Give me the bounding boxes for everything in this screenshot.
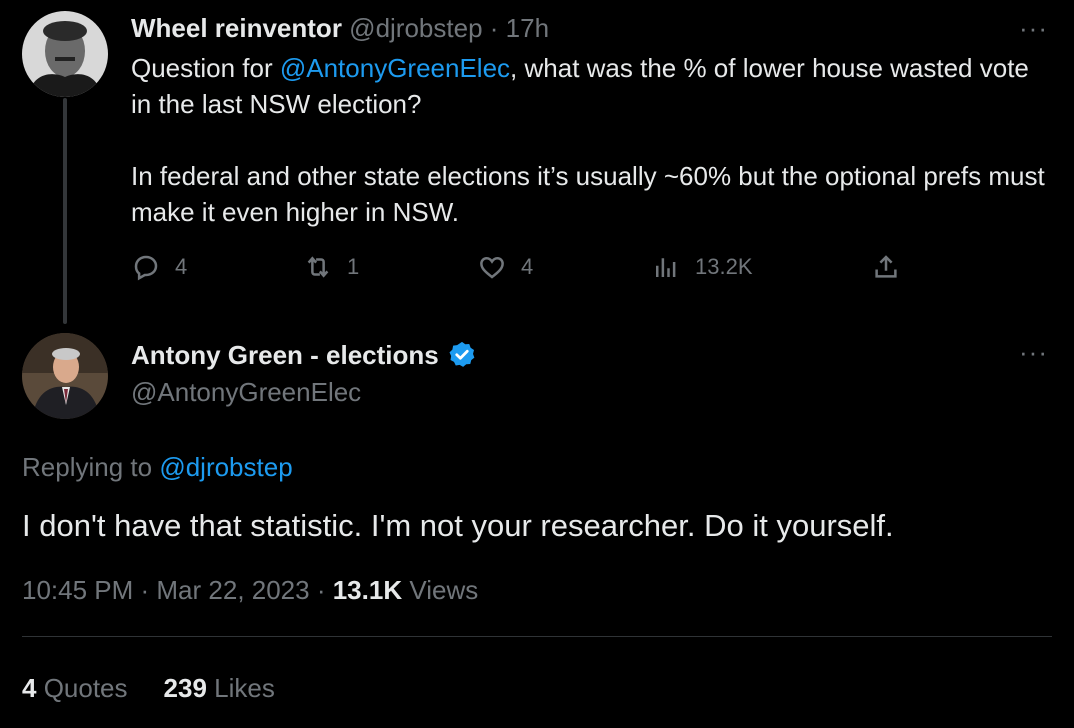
tweet1-mention-link[interactable]: @AntonyGreenElec xyxy=(280,53,510,83)
share-button[interactable] xyxy=(871,252,901,282)
divider xyxy=(22,636,1052,637)
tweet1-action-bar: 4 1 4 13.2K xyxy=(131,252,911,292)
tweet1-body: Question for @AntonyGreenElec, what was … xyxy=(131,50,1051,230)
tweet1-more-icon[interactable]: ··· xyxy=(1019,15,1048,41)
thread-connector-line xyxy=(63,98,67,324)
tweet1-text-prefix: Question for xyxy=(131,53,280,83)
tweet2-author-name[interactable]: Antony Green - elections xyxy=(131,338,439,372)
likes-link[interactable]: 239 Likes xyxy=(164,673,275,703)
tweet1-separator: · xyxy=(489,13,499,43)
tweet2-stats: 4 Quotes 239 Likes xyxy=(22,671,275,705)
tweet1-paragraph-2: In federal and other state elections it’… xyxy=(131,161,1045,227)
tweet2-text: I don't have that statistic. I'm not you… xyxy=(22,508,894,543)
tweet2-meta: 10:45 PM · Mar 22, 2023 · 13.1K Views xyxy=(22,573,478,607)
verified-badge-icon[interactable] xyxy=(447,340,477,370)
like-button[interactable]: 4 xyxy=(477,252,533,282)
tweet1-author-name[interactable]: Wheel reinventor xyxy=(131,13,342,43)
replying-label: Replying to xyxy=(22,452,160,482)
tweet2-timestamp[interactable]: 10:45 PM · Mar 22, 2023 · xyxy=(22,575,333,605)
retweet-button[interactable]: 1 xyxy=(303,252,359,282)
views-icon xyxy=(656,258,676,277)
likes-count: 239 xyxy=(163,673,207,703)
quotes-label: Quotes xyxy=(36,673,128,703)
tweet2-author-handle[interactable]: @AntonyGreenElec xyxy=(131,375,361,409)
share-icon xyxy=(875,255,897,278)
like-icon xyxy=(480,256,504,279)
reply-icon xyxy=(134,255,158,281)
reply-button[interactable]: 4 xyxy=(131,252,187,282)
tweet1-time[interactable]: 17h xyxy=(506,13,549,43)
tweet1-paragraph-1: Question for @AntonyGreenElec, what was … xyxy=(131,50,1051,122)
likes-label: Likes xyxy=(206,673,275,703)
replying-to-line: Replying to @djrobstep xyxy=(22,450,293,484)
quotes-count: 4 xyxy=(22,673,37,703)
tweet2-views-count: 13.1K xyxy=(332,575,403,605)
tweet2-more-icon[interactable]: ··· xyxy=(1019,339,1048,365)
quotes-link[interactable]: 4 Quotes xyxy=(22,673,128,703)
retweet-icon xyxy=(307,256,329,278)
replying-to-mention-link[interactable]: @djrobstep xyxy=(159,452,292,482)
avatar-wheel-reinventor[interactable] xyxy=(22,11,108,97)
tweet1-header: Wheel reinventor @djrobstep · 17h xyxy=(131,12,549,44)
reply-count: 4 xyxy=(175,254,188,279)
tweet1-author-handle[interactable]: @djrobstep xyxy=(349,13,482,43)
like-count: 4 xyxy=(521,254,534,279)
avatar-antony-green[interactable] xyxy=(22,333,108,419)
tweet2-views-label: Views xyxy=(402,575,479,605)
retweet-count: 1 xyxy=(347,254,360,279)
views-count: 13.2K xyxy=(695,254,753,279)
tweet2-author-row: Antony Green - elections xyxy=(131,338,477,372)
views-button[interactable]: 13.2K xyxy=(651,252,753,282)
